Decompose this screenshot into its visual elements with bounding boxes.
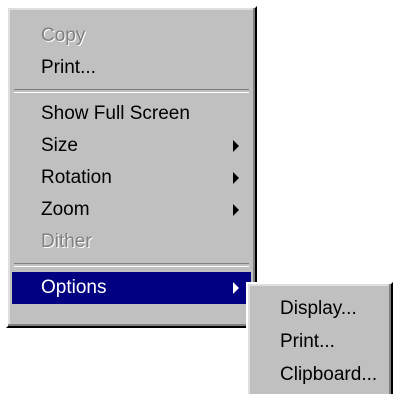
menu-item-print[interactable]: Print... (8, 52, 255, 84)
submenu-arrow-icon (233, 204, 239, 216)
menu-item-print-label: Print... (41, 57, 96, 78)
submenu-item-display-label: Display... (280, 298, 357, 319)
menu-item-copy-label: Copy (41, 25, 86, 46)
menu-item-show-full-screen-label: Show Full Screen (41, 103, 190, 124)
menu-item-show-full-screen[interactable]: Show Full Screen (8, 98, 255, 130)
submenu-arrow-icon (233, 172, 239, 184)
options-submenu: Display... Print... Clipboard... (246, 282, 393, 394)
menu-item-rotation-label: Rotation (41, 167, 112, 188)
submenu-item-clipboard-label: Clipboard... (280, 364, 378, 385)
menu-item-dither-label: Dither (41, 231, 92, 252)
submenu-arrow-icon (233, 282, 239, 294)
submenu-item-display[interactable]: Display... (248, 292, 391, 325)
submenu-item-clipboard[interactable]: Clipboard... (248, 358, 391, 391)
menu-item-rotation[interactable]: Rotation (8, 162, 255, 194)
submenu-item-print-label: Print... (280, 331, 335, 352)
submenu-arrow-icon (233, 140, 239, 152)
menu-separator (14, 89, 249, 93)
menu-item-zoom[interactable]: Zoom (8, 194, 255, 226)
menu-separator (14, 263, 249, 267)
menu-item-copy: Copy (8, 20, 255, 52)
menu-item-options[interactable]: Options (12, 272, 251, 304)
menu-item-dither: Dither (8, 226, 255, 258)
menu-item-zoom-label: Zoom (41, 199, 90, 220)
context-menu: Copy Print... Show Full Screen Size Rota… (6, 6, 257, 328)
menu-item-options-label: Options (41, 277, 107, 298)
submenu-item-print[interactable]: Print... (248, 325, 391, 358)
menu-item-size-label: Size (41, 135, 78, 156)
menu-item-size[interactable]: Size (8, 130, 255, 162)
